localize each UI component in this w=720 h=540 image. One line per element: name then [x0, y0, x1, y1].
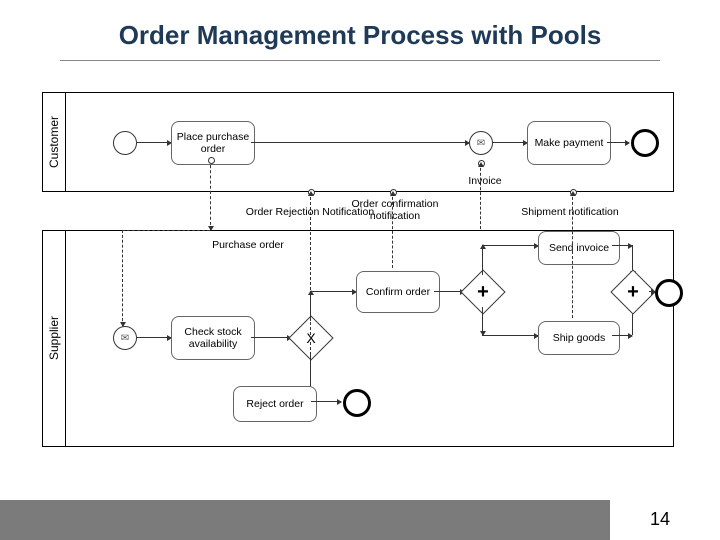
flow-arrow	[493, 142, 527, 143]
flow-arrow	[137, 337, 171, 338]
flow-arrow	[482, 245, 483, 275]
gateway-parallel-split	[460, 269, 505, 314]
flow-arrow	[137, 142, 171, 143]
gateway-parallel-join	[610, 269, 655, 314]
start-event-customer	[113, 131, 137, 155]
flow-arrow	[612, 245, 632, 246]
slide: Order Management Process with Pools Cust…	[0, 0, 720, 540]
gateway-exclusive	[288, 315, 333, 360]
page-number: 14	[650, 509, 670, 530]
pool-supplier-label: Supplier	[43, 231, 66, 446]
message-flow-invoice	[480, 163, 481, 229]
title-underline	[60, 60, 660, 61]
task-confirm-order: Confirm order	[356, 271, 440, 313]
message-flow	[122, 230, 210, 231]
flow-arrow	[482, 307, 483, 335]
flow-arrow	[482, 335, 538, 336]
pool-customer-label: Customer	[43, 93, 66, 191]
flow-arrow	[251, 142, 469, 143]
message-flow	[122, 230, 123, 326]
flow-arrow	[482, 245, 538, 246]
task-check-stock: Check stock availability	[171, 316, 255, 360]
message-start-event-supplier	[113, 326, 137, 350]
end-event-supplier-success	[655, 279, 683, 307]
pool-customer: Customer Place purchase order Make payme…	[42, 92, 674, 192]
flow-arrow	[612, 335, 632, 336]
end-event-supplier-reject	[343, 389, 371, 417]
label-order-confirmation: Order confirmation notification	[340, 198, 450, 222]
flow-arrow	[251, 337, 291, 338]
message-flow-purchase-order	[210, 160, 211, 230]
label-invoice: Invoice	[460, 175, 510, 187]
task-reject-order: Reject order	[233, 386, 317, 422]
flow-arrow	[311, 401, 341, 402]
flow-arrow	[607, 142, 629, 143]
label-purchase-order: Purchase order	[208, 239, 288, 251]
task-ship-goods: Ship goods	[538, 321, 620, 355]
task-send-invoice: Send invoice	[538, 231, 620, 265]
label-shipment: Shipment notification	[510, 206, 630, 218]
end-event-customer	[631, 129, 659, 157]
slide-title: Order Management Process with Pools	[0, 20, 720, 51]
flow-arrow	[310, 291, 356, 292]
pool-supplier: Supplier Check stock availability Confir…	[42, 230, 674, 447]
message-catch-event	[469, 131, 493, 155]
message-flow-rejection	[310, 192, 311, 385]
task-make-payment: Make payment	[527, 121, 611, 165]
